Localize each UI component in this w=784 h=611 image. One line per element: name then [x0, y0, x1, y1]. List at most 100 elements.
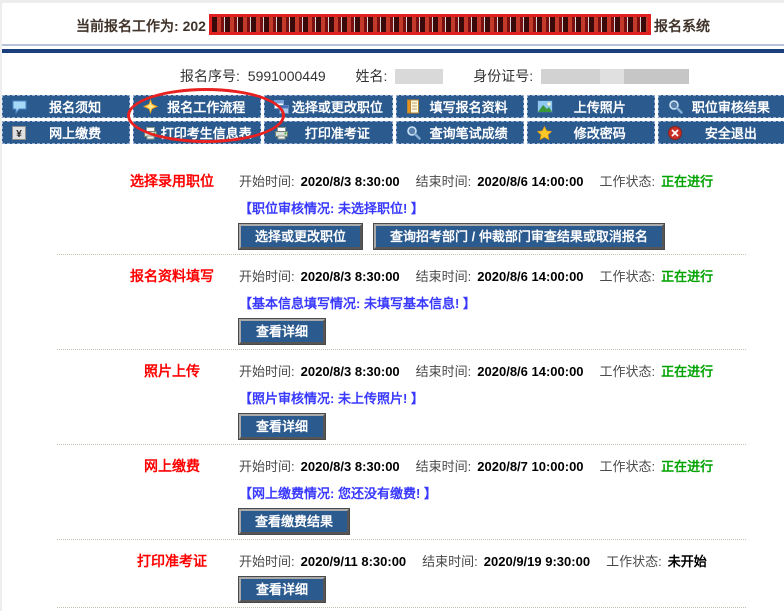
- section-print-admission: 打印准考证 开始时间: 2020/9/11 8:30:00 结束时间: 2020/9/…: [57, 539, 746, 607]
- menu-item-notice[interactable]: 报名须知: [2, 95, 130, 118]
- name-redaction: [395, 69, 443, 84]
- menu-item-audit-result[interactable]: 职位审核结果: [658, 95, 784, 118]
- magnifier-icon: [668, 99, 685, 114]
- status-value: 正在进行: [661, 174, 713, 189]
- start-value: 2020/8/3 8:30:00: [301, 269, 400, 284]
- main-menu: 报名须知 报名工作流程 选择或更改职位 填写报名资料 上传照片: [2, 95, 784, 144]
- end-label: 结束时间:: [416, 174, 472, 189]
- menu-item-upload-photo[interactable]: 上传照片: [527, 95, 655, 118]
- menu-item-label: 打印准考证: [291, 123, 391, 142]
- menu-item-logout[interactable]: 安全退出: [658, 121, 784, 144]
- exit-icon: [668, 126, 685, 140]
- start-label: 开始时间:: [239, 269, 295, 284]
- sparkle-icon: [143, 99, 160, 114]
- menu-item-print-admission[interactable]: 打印准考证: [264, 121, 392, 144]
- menu-item-label: 报名工作流程: [160, 97, 260, 116]
- workflow-sections: 选择录用职位 开始时间: 2020/8/3 8:30:00 结束时间: 2020/8/…: [2, 160, 784, 611]
- view-detail-button[interactable]: 查看详细: [239, 414, 325, 439]
- section-times: 开始时间:2020/8/3 8:30:00结束时间:2020/8/7 10:00…: [239, 450, 746, 475]
- reg-no-value: 5991000449: [248, 68, 326, 84]
- id-redaction: [541, 69, 689, 84]
- section-title: 照片上传: [107, 355, 237, 439]
- section-notice: 【职位审核情况: 未选择职位! 】: [239, 198, 746, 217]
- end-label: 结束时间:: [422, 554, 478, 569]
- end-label: 结束时间:: [416, 459, 472, 474]
- reg-no-label: 报名序号:: [180, 68, 240, 84]
- page-title: 当前报名工作为: 202 报名系统: [2, 14, 784, 36]
- id-label: 身份证号:: [473, 68, 533, 84]
- end-label: 结束时间:: [416, 364, 472, 379]
- page-title-prefix: 当前报名工作为: 202: [76, 18, 206, 34]
- star-icon: [537, 126, 554, 140]
- status-value: 正在进行: [661, 269, 713, 284]
- start-label: 开始时间:: [239, 554, 295, 569]
- menu-item-workflow[interactable]: 报名工作流程: [133, 95, 261, 118]
- menu-item-label: 报名须知: [29, 97, 129, 116]
- divider-light: [2, 44, 784, 46]
- printer-icon: [274, 126, 291, 140]
- section-title: 打印准考证: [107, 545, 237, 602]
- section-notice: 【基本信息填写情况: 未填写基本信息! 】: [239, 293, 746, 312]
- menu-item-label: 安全退出: [685, 123, 784, 142]
- page-title-suffix: 报名系统: [654, 18, 710, 34]
- section-times: 开始时间: 2020/8/3 8:30:00 结束时间: 2020/8/6 14:00…: [239, 165, 746, 190]
- menu-item-online-payment[interactable]: ¥ 网上缴费: [2, 121, 130, 144]
- menu-item-label: 上传照片: [554, 97, 654, 116]
- view-detail-button[interactable]: 查看详细: [239, 319, 325, 344]
- section-notice: 【照片审核情况: 未上传照片! 】: [239, 388, 746, 407]
- svg-text:¥: ¥: [16, 129, 22, 140]
- status-value: 正在进行: [661, 459, 713, 474]
- registration-system-page: 当前报名工作为: 202 报名系统 报名序号: 5991000449 姓名: 身份…: [0, 0, 784, 611]
- query-audit-or-cancel-button[interactable]: 查询招考部门 / 仲裁部门审查结果或取消报名: [374, 224, 664, 249]
- menu-item-print-info-form[interactable]: 打印考生信息表: [133, 121, 261, 144]
- status-label: 工作状态:: [600, 364, 656, 379]
- end-value: 2020/8/6 14:00:00: [477, 364, 583, 379]
- menu-item-label: 修改密码: [554, 123, 654, 142]
- status-label: 工作状态:: [600, 269, 656, 284]
- status-value: 正在进行: [661, 364, 713, 379]
- menu-item-choose-position[interactable]: 选择或更改职位: [264, 95, 392, 118]
- status-value: 未开始: [668, 554, 707, 569]
- menu-item-change-password[interactable]: 修改密码: [527, 121, 655, 144]
- end-value: 2020/8/6 14:00:00: [477, 269, 583, 284]
- photo-icon: [537, 100, 554, 113]
- end-label: 结束时间:: [416, 269, 472, 284]
- menu-item-label: 网上缴费: [29, 123, 129, 142]
- section-times: 开始时间: 2020/9/11 8:30:00 结束时间: 2020/9/19 9:3…: [239, 545, 746, 570]
- section-online-payment: 网上缴费 开始时间:2020/8/3 8:30:00结束时间:2020/8/7 …: [57, 444, 746, 539]
- start-value: 2020/8/3 8:30:00: [301, 459, 400, 474]
- end-value: 2020/8/6 14:00:00: [477, 174, 583, 189]
- menu-item-fill-info[interactable]: 填写报名资料: [396, 95, 524, 118]
- printer-icon: [143, 126, 160, 140]
- start-value: 2020/9/11 8:30:00: [301, 554, 407, 569]
- status-label: 工作状态:: [600, 459, 656, 474]
- section-fill-info: 报名资料填写 开始时间: 2020/8/3 8:30:00 结束时间: 2020/8/…: [57, 254, 746, 349]
- end-value: 2020/9/19 9:30:00: [484, 554, 590, 569]
- redaction-box: [209, 14, 651, 35]
- menu-item-label: 填写报名资料: [423, 97, 523, 116]
- section-photo-upload: 照片上传 开始时间: 2020/8/3 8:30:00 结束时间: 2020/8/6 …: [57, 349, 746, 444]
- section-title: 选择录用职位: [107, 165, 237, 249]
- choose-position-button[interactable]: 选择或更改职位: [239, 224, 362, 249]
- divider-dark: [2, 49, 784, 53]
- start-label: 开始时间:: [239, 174, 295, 189]
- section-notice: 【网上缴费情况: 您还没有缴费! 】: [239, 483, 746, 502]
- start-label: 开始时间:: [239, 364, 295, 379]
- start-value: 2020/8/3 8:30:00: [301, 174, 400, 189]
- windows-icon: [274, 100, 291, 114]
- notebook-icon: [406, 99, 423, 114]
- status-label: 工作状态:: [600, 174, 656, 189]
- view-detail-button[interactable]: 查看详细: [239, 577, 325, 602]
- menu-item-query-written-score[interactable]: 查询笔试成绩: [396, 121, 524, 144]
- section-title: 网上缴费: [107, 450, 237, 534]
- menu-item-label: 打印考生信息表: [160, 123, 260, 142]
- name-label: 姓名:: [356, 68, 388, 84]
- user-info-row: 报名序号: 5991000449 姓名: 身份证号:: [180, 66, 689, 86]
- menu-item-label: 职位审核结果: [685, 97, 784, 116]
- start-value: 2020/8/3 8:30:00: [301, 364, 400, 379]
- view-payment-result-button[interactable]: 查看缴费结果: [239, 509, 349, 534]
- speech-bubble-icon: [12, 100, 29, 114]
- section-title: 报名资料填写: [107, 260, 237, 344]
- magnifier-icon: [406, 125, 423, 140]
- menu-item-label: 选择或更改职位: [291, 97, 391, 116]
